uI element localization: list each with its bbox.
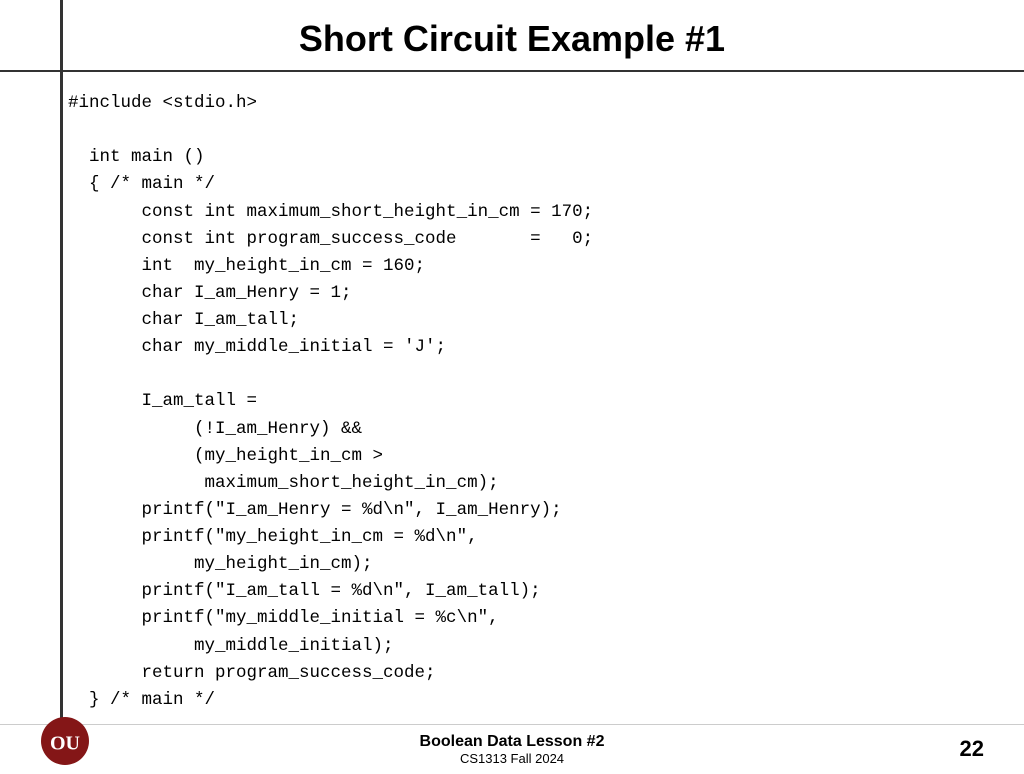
footer-lesson-title: Boolean Data Lesson #2 [420,733,605,751]
svg-text:OU: OU [50,732,80,754]
slide-header: Short Circuit Example #1 [0,0,1024,72]
page-number: 22 [960,736,984,762]
footer-course: CS1313 Fall 2024 [420,751,605,766]
slide-footer: OU Boolean Data Lesson #2 CS1313 Fall 20… [0,724,1024,774]
slide-title: Short Circuit Example #1 [60,18,964,60]
slide: Short Circuit Example #1 #include <stdio… [0,0,1024,768]
code-block: #include <stdio.h> int main () { /* main… [60,90,964,714]
ou-logo: OU [40,716,90,766]
slide-content: #include <stdio.h> int main () { /* main… [0,72,1024,724]
footer-center: Boolean Data Lesson #2 CS1313 Fall 2024 [420,733,605,766]
